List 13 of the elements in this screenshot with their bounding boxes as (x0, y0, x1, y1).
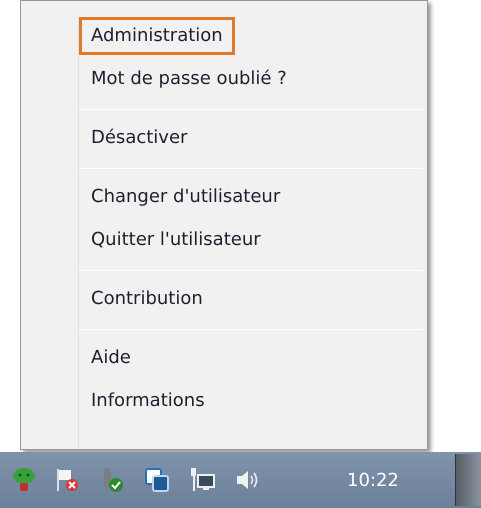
menu-item[interactable]: Quitter l'utilisateur (79, 220, 273, 258)
menu-item[interactable]: Changer d'utilisateur (79, 178, 292, 216)
network-icon[interactable] (188, 467, 216, 493)
show-desktop-button[interactable] (455, 454, 481, 506)
menu-item[interactable]: Administration (79, 16, 235, 54)
menu-item[interactable]: Mot de passe oublié ? (79, 60, 299, 98)
menu-item[interactable]: Aide (79, 338, 143, 376)
windows-icon[interactable] (144, 467, 170, 493)
flag-error-icon[interactable] (54, 467, 80, 493)
menu-item[interactable]: Informations (79, 382, 217, 420)
menu-item[interactable]: Contribution (79, 280, 215, 318)
clock[interactable]: 10:22 (347, 466, 399, 494)
menu-item[interactable]: Désactiver (79, 118, 200, 156)
